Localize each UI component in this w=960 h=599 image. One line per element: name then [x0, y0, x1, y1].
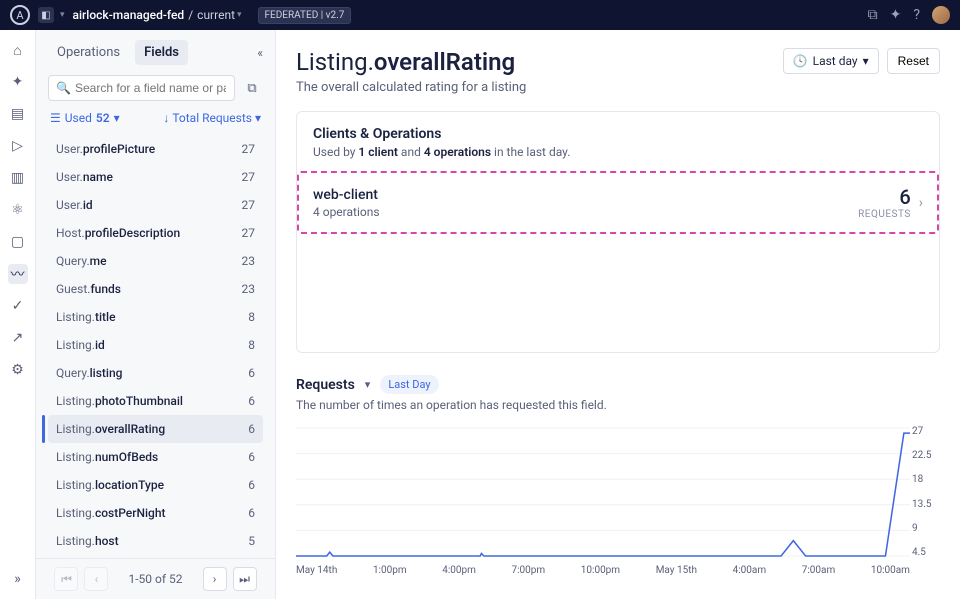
explorer-icon[interactable]: ✦	[8, 72, 28, 92]
requests-chart: 2722.51813.594.5 May 14th1:00pm4:00pm7:0…	[296, 426, 940, 576]
search-icon: 🔍	[56, 81, 71, 95]
card-heading: Clients & Operations	[313, 126, 923, 142]
time-range-button[interactable]: 🕓 Last day ▾	[783, 48, 879, 74]
chevron-right-icon: ›	[919, 195, 923, 211]
field-item[interactable]: Listing.id8	[48, 331, 263, 359]
chevron-down-icon[interactable]: ▾	[365, 378, 371, 391]
field-item[interactable]: Listing.numOfBeds6	[48, 443, 263, 471]
filter-icon: ☰	[50, 111, 61, 125]
chevron-down-icon: ▾	[60, 10, 65, 20]
sort-dropdown[interactable]: ↓ Total Requests ▾	[163, 111, 261, 125]
filter-dropdown[interactable]: ☰ Used 52 ▾	[50, 111, 120, 125]
page-next-button[interactable]: ›	[203, 567, 227, 591]
chevron-down-icon: ▾	[255, 111, 261, 125]
field-item[interactable]: Listing.title8	[48, 303, 263, 331]
org-switcher[interactable]: ◧	[38, 7, 54, 23]
sidebar: Operations Fields « 🔍 ⧉ ☰ Used 52 ▾ ↓ To…	[36, 30, 276, 599]
apollo-logo[interactable]: A	[10, 5, 30, 25]
page-subtitle: The overall calculated rating for a list…	[296, 80, 940, 95]
field-item[interactable]: Listing.overallRating6	[48, 415, 263, 443]
left-rail: ⌂ ✦ ▤ ▷ ▥ ⚛ ▢ 〰 ✓ ↗ ⚙ »	[0, 30, 36, 599]
chevron-down-icon: ▾	[863, 54, 869, 68]
page-text: 1-50 of 52	[128, 572, 182, 586]
tab-operations[interactable]: Operations	[48, 40, 129, 65]
tab-fields[interactable]: Fields	[135, 40, 188, 65]
page-title: Listing.overallRating	[296, 48, 515, 76]
expand-rail-icon[interactable]: »	[8, 569, 28, 589]
clients-card: Clients & Operations Used by 1 client an…	[296, 111, 940, 353]
clients-icon[interactable]: ▥	[8, 168, 28, 188]
field-item[interactable]: User.name27	[48, 163, 263, 191]
chevron-down-icon: ▾	[237, 10, 242, 20]
field-item[interactable]: Listing.host5	[48, 527, 263, 555]
graph-icon[interactable]: ⚛	[8, 200, 28, 220]
schema-icon[interactable]: ▤	[8, 104, 28, 124]
reset-button[interactable]: Reset	[887, 48, 940, 74]
insights-icon[interactable]: 〰	[8, 264, 28, 284]
clock-icon: 🕓	[793, 54, 808, 68]
field-item[interactable]: Listing.locationType6	[48, 471, 263, 499]
home-icon[interactable]: ⌂	[8, 40, 28, 60]
client-ops: 4 operations	[313, 205, 380, 219]
sort-down-icon: ↓	[163, 111, 169, 125]
page-first-button[interactable]: ⏮	[54, 567, 78, 591]
collapse-sidebar-icon[interactable]: «	[257, 46, 263, 60]
field-item[interactable]: Query.listing6	[48, 359, 263, 387]
page-prev-button[interactable]: ‹	[84, 567, 108, 591]
display-icon[interactable]: ▢	[8, 232, 28, 252]
field-item[interactable]: Listing.photoThumbnail6	[48, 387, 263, 415]
field-item[interactable]: User.profilePicture27	[48, 135, 263, 163]
field-item[interactable]: Listing.costPerNight6	[48, 499, 263, 527]
variant-tag: FEDERATED | v2.7	[258, 7, 352, 24]
stack-icon[interactable]: ⧉	[868, 7, 878, 23]
checks-icon[interactable]: ✓	[8, 296, 28, 316]
launches-icon[interactable]: ↗	[8, 328, 28, 348]
operations-icon[interactable]: ▷	[8, 136, 28, 156]
client-name: web-client	[313, 187, 380, 203]
card-sub: Used by 1 client and 4 operations in the…	[313, 145, 923, 159]
field-item[interactable]: Host.profileDescription27	[48, 219, 263, 247]
breadcrumb[interactable]: airlock-managed-fed/ current ▾	[73, 8, 242, 22]
requests-heading: Requests	[296, 377, 355, 393]
field-list: User.profilePicture27User.name27User.id2…	[42, 135, 269, 558]
time-pill[interactable]: Last Day	[380, 375, 438, 394]
page-last-button[interactable]: ⏭	[233, 567, 257, 591]
field-item[interactable]: Guest.funds23	[48, 275, 263, 303]
field-item[interactable]: Query.me23	[48, 247, 263, 275]
client-requests: 6 REQUESTS	[858, 185, 911, 220]
avatar[interactable]	[932, 6, 950, 24]
help-icon[interactable]: ?	[913, 7, 920, 23]
open-in-new-icon[interactable]: ⧉	[241, 75, 263, 101]
settings-icon[interactable]: ⚙	[8, 360, 28, 380]
chevron-down-icon: ▾	[114, 111, 120, 125]
requests-sub: The number of times an operation has req…	[296, 398, 940, 412]
field-item[interactable]: User.id27	[48, 191, 263, 219]
search-input[interactable]	[48, 75, 235, 101]
announce-icon[interactable]: ✦	[890, 7, 902, 23]
client-row[interactable]: web-client 4 operations 6 REQUESTS ›	[297, 171, 939, 234]
